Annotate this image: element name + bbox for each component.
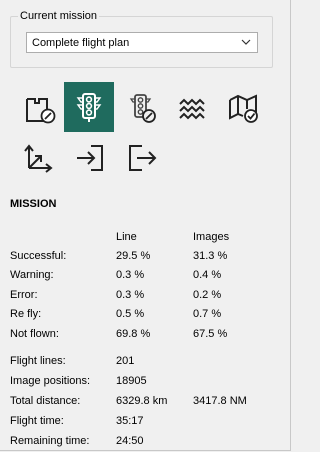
flight-lines-value: 201	[116, 355, 135, 367]
zigzag-lines-icon	[179, 98, 205, 120]
row-label-warning: Warning:	[10, 269, 54, 281]
flight-time-value: 35:17	[116, 415, 144, 427]
import-icon	[77, 145, 103, 171]
row-label-refly: Re fly:	[10, 308, 42, 320]
export-icon	[129, 145, 157, 171]
map-edit-icon	[26, 98, 56, 124]
map-check-tool[interactable]	[220, 84, 268, 132]
traffic-light-edit-tool[interactable]	[118, 84, 166, 132]
row-label-not-flown: Not flown:	[10, 328, 59, 340]
remaining-time-value: 24:50	[116, 435, 144, 447]
not-flown-line-value: 69.8 %	[116, 328, 151, 340]
warning-line-value: 0.3 %	[116, 269, 145, 281]
total-distance-km-value: 6329.8 km	[116, 395, 168, 407]
current-mission-label: Current mission	[18, 10, 100, 22]
map-check-icon	[229, 94, 258, 123]
column-header-images: Images	[193, 231, 230, 243]
error-line-value: 0.3 %	[116, 289, 145, 301]
refly-images-value: 0.7 %	[193, 308, 222, 320]
row-label-successful: Successful:	[10, 250, 67, 262]
zigzag-lines-tool[interactable]	[168, 84, 216, 132]
mission-heading: MISSION	[10, 198, 57, 210]
flight-time-label: Flight time:	[10, 415, 64, 427]
warning-images-value: 0.4 %	[193, 269, 222, 281]
error-images-value: 0.2 %	[193, 289, 222, 301]
mission-panel: Current mission Complete flight plan MIS…	[0, 0, 291, 451]
total-distance-nm-value: 3417.8 NM	[193, 395, 247, 407]
total-distance-label: Total distance:	[10, 395, 81, 407]
mission-select-value: Complete flight plan	[32, 37, 130, 49]
flight-lines-label: Flight lines:	[10, 355, 66, 367]
traffic-light-edit-icon	[129, 94, 156, 123]
map-edit-tool[interactable]	[16, 84, 64, 132]
export-tool[interactable]	[118, 134, 166, 182]
row-label-error: Error:	[10, 289, 38, 301]
chevron-down-icon	[241, 39, 251, 45]
traffic-light-tool[interactable]	[64, 82, 114, 132]
mission-select[interactable]: Complete flight plan	[26, 32, 258, 53]
successful-line-value: 29.5 %	[116, 250, 151, 262]
image-positions-value: 18905	[116, 375, 147, 387]
axis-arrows-tool[interactable]	[14, 134, 62, 182]
image-positions-label: Image positions:	[10, 375, 91, 387]
not-flown-images-value: 67.5 %	[193, 328, 228, 340]
column-header-line: Line	[116, 231, 137, 243]
axis-arrows-icon	[24, 144, 53, 173]
successful-images-value: 31.3 %	[193, 250, 228, 262]
import-tool[interactable]	[66, 134, 114, 182]
remaining-time-label: Remaining time:	[10, 435, 90, 447]
traffic-light-icon	[76, 93, 102, 122]
refly-line-value: 0.5 %	[116, 308, 145, 320]
